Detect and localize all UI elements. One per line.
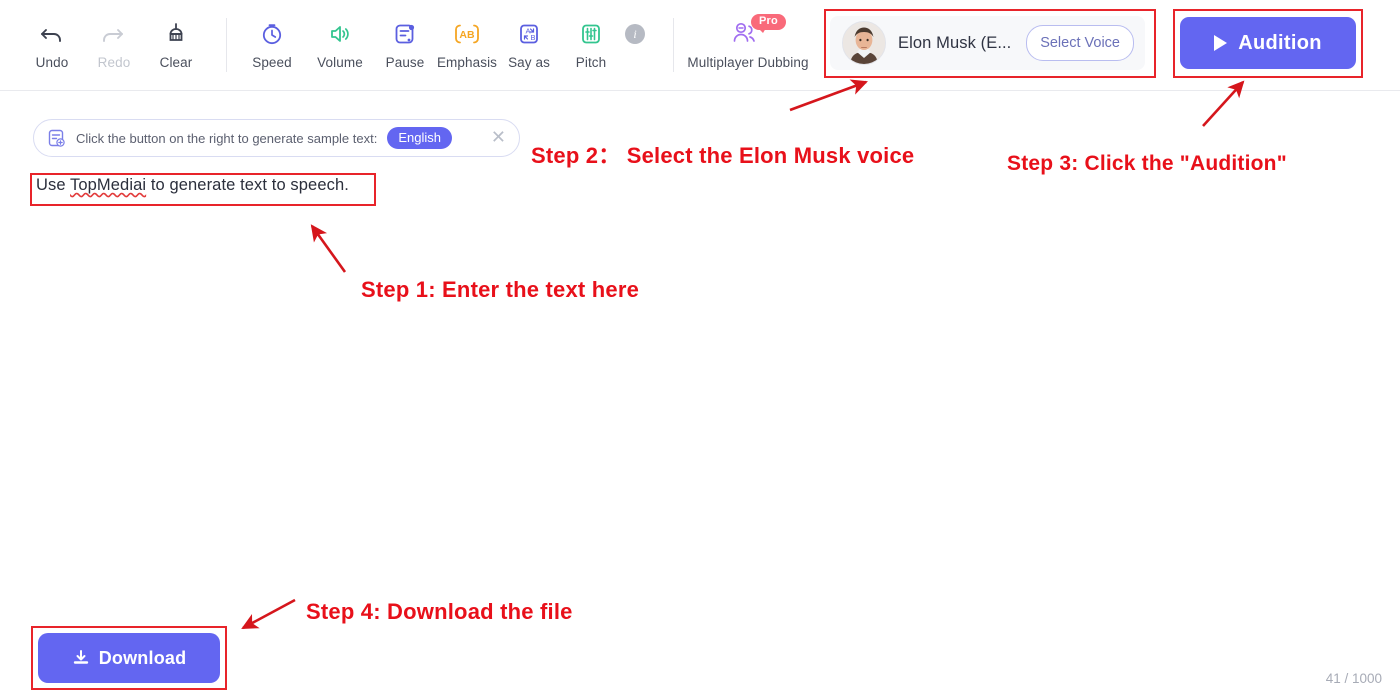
toolbar-label-multiplayer-dubbing: Multiplayer Dubbing	[687, 55, 809, 70]
voice-selector[interactable]: Elon Musk (E... Select Voice	[830, 16, 1145, 70]
toolbar-item-speed[interactable]: Speed	[235, 18, 309, 70]
annotation-step-2: Step 2： Select the Elon Musk voice	[531, 143, 915, 168]
text-editor-content[interactable]: Use TopMediai to generate text to speech…	[36, 176, 349, 195]
arrow-step1	[310, 224, 347, 273]
annotation-step-4: Step 4: Download the file	[306, 599, 573, 624]
sample-text-hint: Click the button on the right to generat…	[76, 130, 378, 146]
speaker-icon	[303, 18, 377, 50]
play-icon	[1214, 35, 1228, 51]
toolbar-item-clear[interactable]: Clear	[139, 18, 213, 70]
toolbar-divider-2	[673, 18, 674, 72]
avatar	[842, 21, 886, 65]
toolbar-label-pitch: Pitch	[575, 55, 607, 70]
editor-text-after: to generate text to speech.	[146, 176, 349, 194]
annotation-arrows	[241, 79, 1245, 630]
download-button-label: Download	[98, 647, 187, 668]
info-circle-icon: i	[607, 18, 663, 50]
main-toolbar: Undo Redo Clear Speed Volume Pause AB Em…	[0, 0, 1400, 91]
toolbar-label-volume: Volume	[317, 55, 363, 70]
arrow-step4	[241, 598, 296, 630]
toolbar-label-speed: Speed	[252, 55, 292, 70]
sample-text-bar: Click the button on the right to generat…	[33, 119, 520, 157]
close-icon[interactable]: ✕	[491, 129, 506, 147]
editor-text-before: Use	[36, 176, 71, 194]
toolbar-divider-1	[226, 18, 227, 72]
people-icon: Pro	[683, 14, 813, 50]
toolbar-label-clear: Clear	[159, 55, 193, 70]
svg-text:B: B	[531, 33, 536, 42]
editor-text-misspelled: TopMediai	[70, 176, 147, 194]
toolbar-item-volume[interactable]: Volume	[303, 18, 377, 70]
broom-icon	[139, 18, 213, 50]
select-voice-button[interactable]: Select Voice	[1026, 25, 1134, 61]
audition-button[interactable]: Audition	[1180, 17, 1356, 69]
toolbar-item-multiplayer-dubbing[interactable]: Pro Multiplayer Dubbing	[683, 14, 813, 70]
svg-text:i: i	[633, 27, 636, 41]
annotation-step-1: Step 1: Enter the text here	[361, 277, 640, 302]
audition-button-label: Audition	[1238, 31, 1322, 54]
svg-text:AB: AB	[459, 29, 475, 41]
download-button[interactable]: Download	[38, 633, 220, 683]
language-badge[interactable]: English	[387, 127, 452, 149]
stopwatch-icon	[235, 18, 309, 50]
annotation-step-3: Step 3: Click the "Audition"	[1007, 152, 1287, 175]
voice-name: Elon Musk (E...	[898, 33, 1012, 52]
pro-badge: Pro	[751, 14, 786, 33]
character-counter: 41 / 1000	[1325, 671, 1382, 686]
download-icon	[72, 649, 99, 667]
add-document-icon	[46, 128, 66, 148]
info-button[interactable]: i	[607, 18, 663, 50]
